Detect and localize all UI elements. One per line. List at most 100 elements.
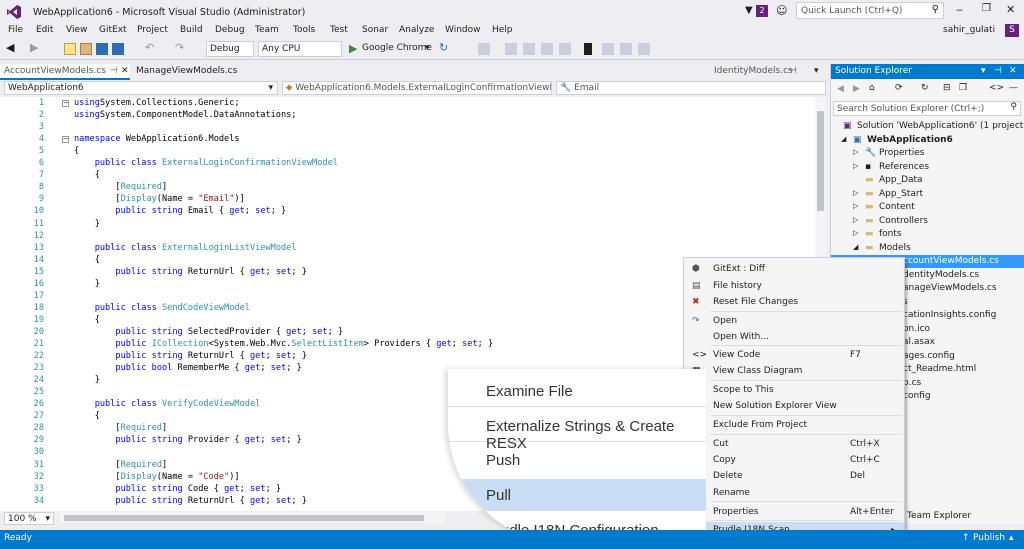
code-line[interactable]: public string ReturnUrl { get; set; } bbox=[74, 351, 307, 361]
home-icon[interactable]: ⌂ bbox=[869, 83, 875, 93]
menu-edit[interactable]: Edit bbox=[36, 25, 53, 35]
tree-item[interactable]: p.cs bbox=[903, 378, 921, 388]
context-menu-item[interactable]: Exclude From Project bbox=[684, 417, 904, 433]
tree-expander-icon[interactable]: ▷ bbox=[853, 162, 858, 170]
code-line[interactable]: public string Provider { get; set; } bbox=[74, 435, 301, 445]
publish-button[interactable]: Publish bbox=[973, 533, 1005, 543]
code-line[interactable]: } bbox=[74, 219, 100, 229]
code-line[interactable]: { bbox=[74, 146, 79, 156]
publish-icon[interactable]: ↑ bbox=[962, 533, 970, 543]
refresh-icon[interactable]: ↻ bbox=[921, 83, 929, 93]
code-line[interactable]: public class SendCodeViewModel bbox=[74, 303, 250, 313]
code-line[interactable]: public string ReturnUrl { get; set; } bbox=[74, 496, 307, 506]
feedback-icon[interactable]: ☺ bbox=[776, 4, 787, 17]
code-line[interactable]: { bbox=[74, 315, 100, 325]
code-line[interactable]: } bbox=[74, 279, 100, 289]
tree-item[interactable]: ct_Readme.html bbox=[903, 364, 976, 374]
menu-tools[interactable]: Tools bbox=[293, 25, 315, 35]
tree-item[interactable]: fonts bbox=[879, 229, 902, 239]
code-line[interactable]: { bbox=[74, 255, 100, 265]
code-line[interactable]: { bbox=[74, 170, 100, 180]
scrollbar-thumb[interactable] bbox=[817, 111, 824, 211]
code-line[interactable]: } bbox=[74, 375, 100, 385]
back-icon[interactable]: ◀ bbox=[837, 84, 844, 94]
restore-button[interactable]: ❐ bbox=[982, 3, 991, 14]
pin-icon[interactable]: ⊣ bbox=[789, 66, 797, 76]
filter-icon[interactable]: ▼ bbox=[745, 5, 753, 16]
menu-view[interactable]: View bbox=[66, 25, 87, 35]
tree-expander-icon[interactable]: ◢ bbox=[853, 243, 858, 251]
publish-dropdown-icon[interactable]: ▴ bbox=[1009, 533, 1014, 543]
code-line[interactable]: public bool RememberMe { get; set; } bbox=[74, 363, 301, 373]
tab-dropdown-icon[interactable]: ▾ bbox=[814, 66, 819, 76]
platform-select[interactable]: Any CPU bbox=[258, 41, 342, 57]
quick-launch-input[interactable]: Quick Launch (Ctrl+Q) ⚲ bbox=[796, 2, 944, 19]
code-line[interactable]: public string Code { get; set; } bbox=[74, 484, 281, 494]
code-line[interactable]: [Display(Name = "Email")] bbox=[74, 194, 244, 204]
code-line[interactable]: public string Email { get; set; } bbox=[74, 206, 286, 216]
refresh-icon[interactable]: ↻ bbox=[439, 41, 448, 54]
sync-icon[interactable]: ⟳ bbox=[895, 83, 903, 93]
user-avatar[interactable]: S bbox=[1005, 24, 1019, 37]
tree-item[interactable]: Content bbox=[879, 202, 915, 212]
tree-item[interactable]: App_Start bbox=[879, 189, 923, 199]
panel-dropdown-icon[interactable]: ▾ bbox=[981, 66, 986, 76]
toolbar-extra-icon[interactable] bbox=[541, 43, 553, 55]
tree-item[interactable]: Properties bbox=[879, 148, 924, 158]
toolbar-extra-icon[interactable] bbox=[559, 43, 571, 55]
member-nav-select[interactable]: 🔧 Email bbox=[556, 81, 826, 95]
code-line[interactable]: usingSystem.ComponentModel.DataAnnotatio… bbox=[74, 110, 296, 120]
tab-manage-view-models[interactable]: ManageViewModels.cs bbox=[132, 64, 242, 80]
solution-search-input[interactable]: Search Solution Explorer (Ctrl+;) ⚲ bbox=[833, 101, 1021, 116]
context-menu-item[interactable]: New Solution Explorer View bbox=[684, 398, 904, 414]
collapse-icon[interactable]: ⊟ bbox=[943, 83, 951, 93]
tree-item[interactable]: App_Data bbox=[879, 175, 923, 185]
user-name[interactable]: sahir_gulati bbox=[943, 25, 995, 35]
context-menu-item[interactable]: ▦View Class Diagram bbox=[684, 363, 904, 379]
menu-analyze[interactable]: Analyze bbox=[399, 25, 434, 35]
toolbar-extra-icon[interactable] bbox=[505, 43, 517, 55]
context-menu-item[interactable]: ⬢ GitExt : Diff bbox=[684, 261, 904, 277]
tree-expander-icon[interactable]: ▷ bbox=[853, 202, 858, 210]
menu-window[interactable]: Window bbox=[445, 25, 481, 35]
more-icon[interactable]: — bbox=[1009, 83, 1018, 93]
tree-item[interactable]: WebApplication6 bbox=[867, 135, 953, 145]
scrollbar-thumb[interactable] bbox=[64, 515, 424, 521]
context-menu-item[interactable]: <> View Code F7 bbox=[684, 347, 904, 363]
code-line[interactable]: [Required] bbox=[74, 182, 167, 192]
horizontal-scrollbar[interactable] bbox=[60, 512, 445, 523]
pin-icon[interactable]: ⊣ bbox=[110, 66, 118, 76]
minimize-button[interactable]: ‒ bbox=[956, 3, 963, 16]
menu-gitext[interactable]: GitExt bbox=[99, 25, 127, 35]
bookmark-icon[interactable] bbox=[584, 43, 592, 55]
menu-build[interactable]: Build bbox=[180, 25, 203, 35]
back-icon[interactable]: ◀ bbox=[6, 41, 18, 54]
code-line[interactable]: public class ExternalLoginListViewModel bbox=[74, 243, 297, 253]
context-menu-item[interactable]: Properties Alt+Enter bbox=[684, 504, 904, 520]
save-all-icon[interactable] bbox=[112, 43, 124, 55]
tree-item[interactable]: dentityModels.cs bbox=[903, 270, 979, 280]
tree-expander-icon[interactable]: ▷ bbox=[853, 148, 858, 156]
code-line[interactable]: public ICollection<System.Web.Mvc.Select… bbox=[74, 339, 493, 349]
menu-help[interactable]: Help bbox=[492, 25, 513, 35]
code-line[interactable]: public string ReturnUrl { get; set; } bbox=[74, 267, 307, 277]
toolbar-extra-icon[interactable] bbox=[602, 43, 614, 55]
context-menu-item[interactable]: Copy Ctrl+C bbox=[684, 452, 904, 468]
code-line[interactable]: [Required] bbox=[74, 423, 167, 433]
zoomed-menu-item[interactable]: Externalize Strings & Create RESX bbox=[486, 418, 706, 452]
code-line[interactable]: [Required] bbox=[74, 460, 167, 470]
config-select[interactable]: Debug bbox=[206, 41, 254, 57]
code-line[interactable]: { bbox=[74, 411, 100, 421]
menu-team[interactable]: Team bbox=[255, 25, 279, 35]
tab-close-icon[interactable]: ✕ bbox=[121, 66, 129, 76]
context-menu-item[interactable]: Cut Ctrl+X bbox=[684, 436, 904, 452]
tree-item[interactable]: ages.config bbox=[903, 351, 955, 361]
tree-expander-icon[interactable]: ◢ bbox=[841, 135, 846, 143]
new-project-icon[interactable] bbox=[64, 43, 76, 55]
code-line[interactable]: public class VerifyCodeViewModel bbox=[74, 399, 261, 409]
code-line[interactable]: public string SelectedProvider { get; se… bbox=[74, 327, 343, 337]
menu-sonar[interactable]: Sonar bbox=[362, 25, 388, 35]
tree-expander-icon[interactable]: ▷ bbox=[853, 189, 858, 197]
forward-icon[interactable]: ▶ bbox=[853, 84, 860, 94]
tab-account-view-models[interactable]: AccountViewModels.cs ⊣ ✕ bbox=[0, 64, 130, 80]
